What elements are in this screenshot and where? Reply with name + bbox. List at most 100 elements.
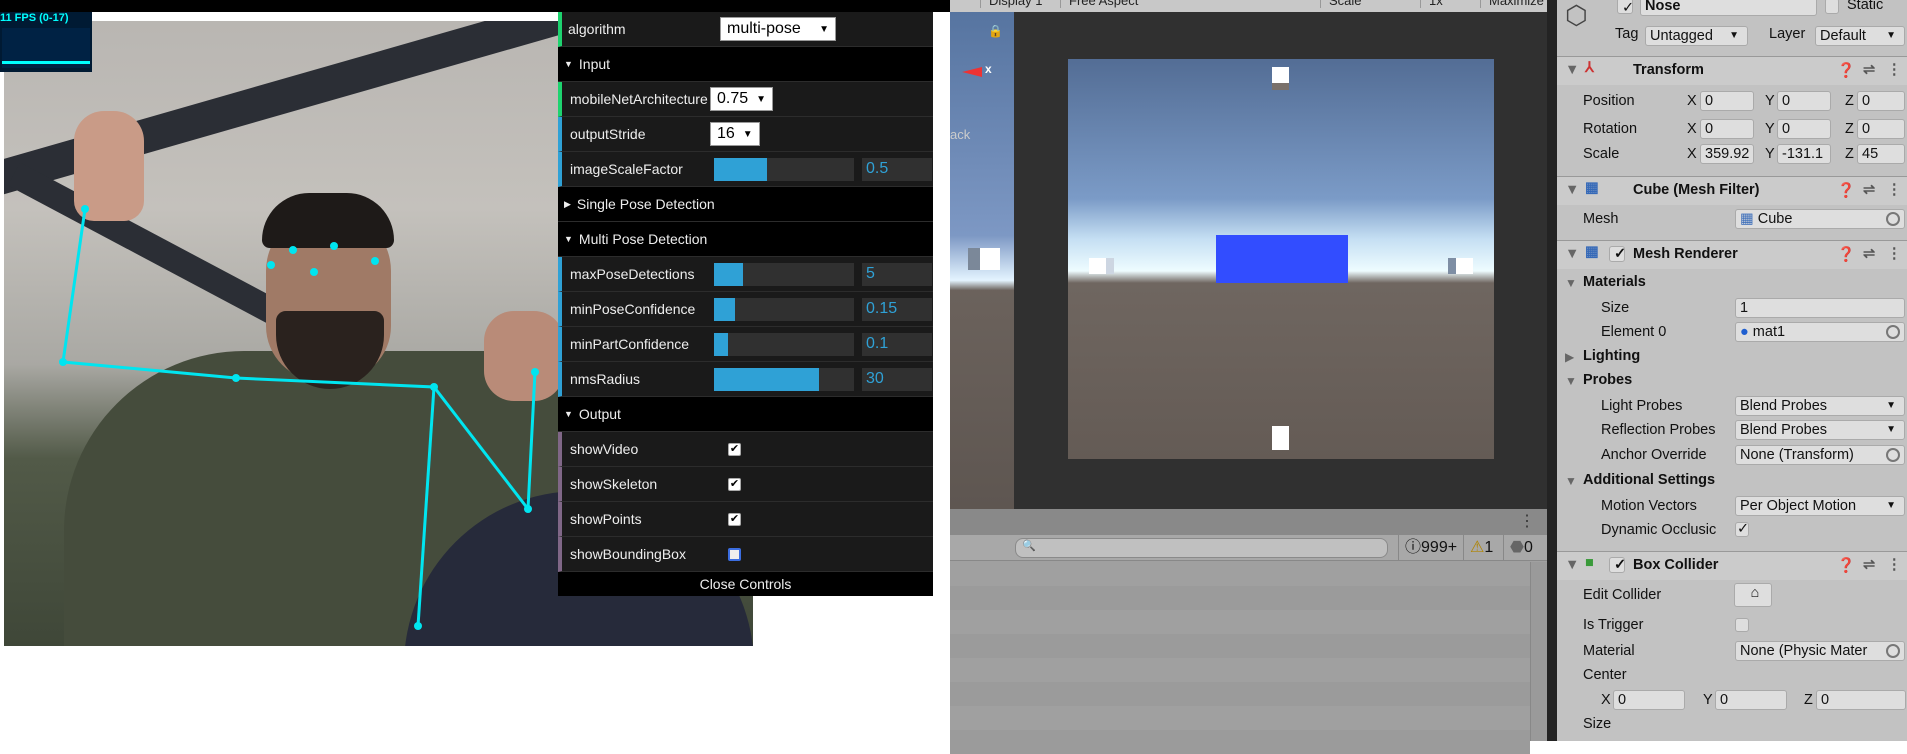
control-label: showSkeleton xyxy=(570,476,658,492)
show-bounding-box-checkbox[interactable] xyxy=(728,548,741,561)
control-label: minPoseConfidence xyxy=(570,301,696,317)
image-scale-slider[interactable] xyxy=(714,158,854,181)
scene-view[interactable]: 🔒 x ack xyxy=(950,12,1014,509)
log-count-toggle[interactable]: ⓘ999+ xyxy=(1398,535,1463,561)
layer-dropdown[interactable]: Default ▼ xyxy=(1815,26,1905,46)
help-icon: ❓ xyxy=(1837,183,1856,199)
min-pose-confidence-input[interactable]: 0.15 xyxy=(862,298,932,321)
browser-top-bar xyxy=(0,0,950,12)
lock-icon[interactable]: 🔒 xyxy=(988,24,1003,38)
axis-label: Y xyxy=(1765,121,1775,137)
tag-dropdown[interactable]: Untagged ▼ xyxy=(1645,26,1748,46)
anchor-override-field[interactable]: None (Transform) xyxy=(1735,445,1905,465)
rotation-z-field[interactable]: 0 xyxy=(1857,119,1905,139)
foldout-arrow-icon[interactable]: ▼ xyxy=(1565,276,1577,290)
control-nms-radius: nmsRadius 30 xyxy=(558,362,933,397)
center-y-field[interactable]: 0 xyxy=(1715,690,1787,710)
physic-material-field[interactable]: None (Physic Mater xyxy=(1735,641,1905,661)
transform-header[interactable]: ▼ ⅄ Transform ❓ ⇌ ⋮ xyxy=(1557,56,1907,85)
position-y-field[interactable]: 0 xyxy=(1777,91,1831,111)
edit-collider-button[interactable]: ⌂ xyxy=(1734,583,1772,607)
image-scale-input[interactable]: 0.5 xyxy=(862,158,932,181)
error-count-toggle[interactable]: ⬣0 xyxy=(1503,535,1547,561)
show-skeleton-checkbox[interactable]: ✔ xyxy=(728,478,741,491)
static-checkbox[interactable] xyxy=(1825,0,1839,14)
scale-z-field[interactable]: 45 xyxy=(1857,144,1905,164)
max-pose-input[interactable]: 5 xyxy=(862,263,932,286)
fps-label: 11 FPS (0-17) xyxy=(0,12,69,24)
scale-label: Scale xyxy=(1583,146,1620,162)
scale-slider[interactable]: Scale xyxy=(1320,0,1362,8)
console-search-input[interactable]: 🔍 xyxy=(1015,538,1388,558)
show-points-checkbox[interactable]: ✔ xyxy=(728,513,741,526)
dynamic-occlusion-checkbox[interactable]: ✓ xyxy=(1735,522,1749,537)
foldout-arrow-icon[interactable]: ▼ xyxy=(1565,374,1577,388)
axis-label: Z xyxy=(1845,146,1854,162)
rotation-x-field[interactable]: 0 xyxy=(1700,119,1754,139)
aspect-dropdown[interactable]: Free Aspect xyxy=(1060,0,1138,8)
additional-settings-foldout[interactable]: Additional Settings xyxy=(1583,472,1715,488)
nms-radius-slider[interactable] xyxy=(714,368,854,391)
console-row[interactable] xyxy=(950,682,1530,706)
center-x-field[interactable]: 0 xyxy=(1613,690,1685,710)
more-options-icon[interactable]: ⋮ xyxy=(1519,511,1535,531)
chevron-down-icon: ▼ xyxy=(1886,424,1896,435)
fps-stats-panel[interactable]: 11 FPS (0-17) xyxy=(0,12,92,72)
scale-x-field[interactable]: 359.92 xyxy=(1700,144,1754,164)
object-picker-icon xyxy=(1886,212,1900,226)
probes-foldout[interactable]: Probes xyxy=(1583,372,1632,388)
foldout-arrow-icon[interactable]: ▶ xyxy=(1565,350,1574,364)
console-row[interactable] xyxy=(950,634,1530,658)
foldout-arrow-icon[interactable]: ▼ xyxy=(1565,474,1577,488)
materials-size-field[interactable]: 1 xyxy=(1735,298,1905,318)
element0-field[interactable]: ● mat1 xyxy=(1735,322,1905,342)
center-z-field[interactable]: 0 xyxy=(1816,690,1906,710)
nms-radius-input[interactable]: 30 xyxy=(862,368,932,391)
scene-cube xyxy=(968,248,1000,270)
close-controls-button[interactable]: Close Controls xyxy=(558,572,933,596)
white-cube xyxy=(1272,67,1289,83)
mobilenet-select[interactable]: 0.75 ▼ xyxy=(710,87,774,111)
console-row[interactable] xyxy=(950,586,1530,610)
active-checkbox[interactable]: ✓ xyxy=(1617,0,1633,14)
foldout-arrow-icon: ▼ xyxy=(1565,182,1580,198)
enabled-checkbox[interactable]: ✓ xyxy=(1609,557,1625,573)
algorithm-select[interactable]: multi-pose ▼ xyxy=(720,17,836,41)
materials-foldout[interactable]: Materials xyxy=(1583,274,1646,290)
console-row[interactable] xyxy=(950,730,1530,754)
folder-single-pose[interactable]: ▶ Single Pose Detection xyxy=(558,187,933,222)
box-collider-header[interactable]: ▼ ■ ✓ Box Collider ❓ ⇌ ⋮ xyxy=(1557,551,1907,580)
mesh-filter-header[interactable]: ▼ ▦ Cube (Mesh Filter) ❓ ⇌ ⋮ xyxy=(1557,176,1907,205)
reflection-probes-dropdown[interactable]: Blend Probes ▼ xyxy=(1735,420,1905,440)
motion-vectors-dropdown[interactable]: Per Object Motion ▼ xyxy=(1735,496,1905,516)
min-pose-confidence-slider[interactable] xyxy=(714,298,854,321)
folder-multi-pose[interactable]: ▼ Multi Pose Detection xyxy=(558,222,933,257)
control-show-skeleton: showSkeleton ✔ xyxy=(558,467,933,502)
is-trigger-checkbox[interactable] xyxy=(1735,618,1749,632)
max-pose-slider[interactable] xyxy=(714,263,854,286)
maximize-toggle[interactable]: Maximize xyxy=(1480,0,1544,8)
mesh-renderer-header[interactable]: ▼ ▦ ✓ Mesh Renderer ❓ ⇌ ⋮ xyxy=(1557,240,1907,269)
warning-count-toggle[interactable]: ⚠1 xyxy=(1463,535,1503,561)
show-video-checkbox[interactable]: ✔ xyxy=(728,443,741,456)
min-part-confidence-input[interactable]: 0.1 xyxy=(862,333,932,356)
folder-output[interactable]: ▼ Output xyxy=(558,397,933,432)
console-scrollbar[interactable] xyxy=(1530,562,1547,741)
lighting-foldout[interactable]: Lighting xyxy=(1583,348,1640,364)
control-label: imageScaleFactor xyxy=(570,161,683,177)
gizmo-x-axis-icon[interactable] xyxy=(962,67,982,77)
light-probes-dropdown[interactable]: Blend Probes ▼ xyxy=(1735,396,1905,416)
name-field[interactable]: Nose xyxy=(1640,0,1817,16)
control-label: outputStride xyxy=(570,126,646,142)
display-dropdown[interactable]: Display 1 xyxy=(980,0,1042,8)
enabled-checkbox[interactable]: ✓ xyxy=(1609,246,1625,262)
position-x-field[interactable]: 0 xyxy=(1700,91,1754,111)
min-part-confidence-slider[interactable] xyxy=(714,333,854,356)
scale-y-field[interactable]: -131.1 xyxy=(1777,144,1831,164)
folder-input[interactable]: ▼ Input xyxy=(558,47,933,82)
skeleton-arm-line xyxy=(61,208,537,514)
output-stride-select[interactable]: 16 ▼ xyxy=(710,122,760,146)
position-z-field[interactable]: 0 xyxy=(1857,91,1905,111)
rotation-y-field[interactable]: 0 xyxy=(1777,119,1831,139)
mesh-field[interactable]: ▦ Cube xyxy=(1735,209,1905,229)
